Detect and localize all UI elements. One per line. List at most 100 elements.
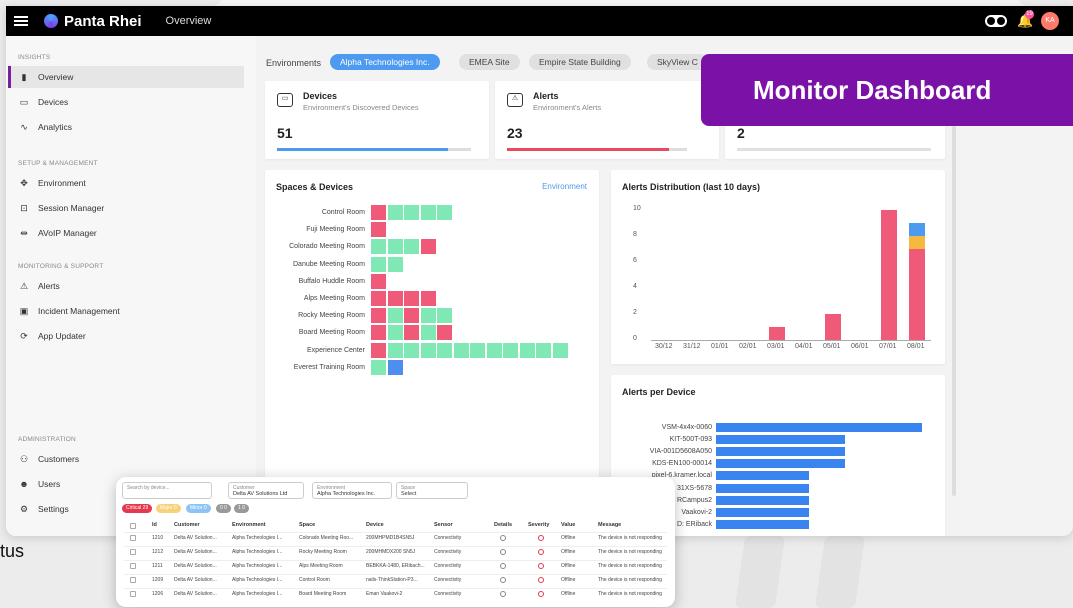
alert-bar-segment[interactable] (908, 236, 926, 249)
device-cell[interactable] (437, 308, 452, 324)
device-cell[interactable] (404, 205, 419, 220)
bell-icon[interactable]: 🔔 19 (1017, 10, 1034, 28)
device-cell[interactable] (404, 291, 419, 306)
device-cell[interactable] (404, 342, 419, 358)
menu-icon[interactable] (14, 16, 28, 26)
select-all-checkbox[interactable] (130, 523, 136, 529)
device-cell[interactable] (503, 342, 518, 358)
device-cell[interactable] (404, 325, 419, 341)
sidebar-item-alerts[interactable]: ⚠ Alerts (8, 275, 244, 297)
device-alert-bar[interactable] (716, 447, 845, 457)
device-cell[interactable] (387, 239, 403, 255)
sidebar-item-devices[interactable]: ▭ Devices (8, 91, 244, 113)
environment-chip[interactable]: Empire State Building (529, 54, 631, 70)
severity-badge[interactable]: Critical 29 (122, 504, 153, 513)
severity-badge[interactable]: Minor 0 (186, 504, 211, 513)
device-cell[interactable] (387, 256, 403, 272)
device-cell[interactable] (420, 342, 436, 358)
device-cell[interactable] (453, 342, 469, 358)
row-checkbox[interactable] (130, 549, 136, 555)
device-alert-bar[interactable] (716, 435, 845, 445)
device-cell[interactable] (404, 308, 419, 324)
severity-badge[interactable]: 1 0 (234, 504, 249, 513)
avatar[interactable]: KA (1041, 12, 1059, 30)
device-cell[interactable] (371, 273, 386, 289)
column-header[interactable]: Space (299, 522, 315, 528)
sidebar-item-analytics[interactable]: ∿ Analytics (8, 116, 244, 138)
device-cell[interactable] (470, 342, 485, 358)
device-cell[interactable] (387, 342, 403, 358)
device-cell[interactable] (371, 291, 386, 306)
details-icon[interactable] (500, 591, 506, 597)
device-cell[interactable] (437, 342, 452, 358)
device-cell[interactable] (420, 308, 436, 324)
sidebar-item-overview[interactable]: ▮ Overview (8, 66, 244, 88)
devices-stat-card[interactable]: ▭ Devices Environment's Discovered Devic… (265, 81, 489, 159)
device-alert-bar[interactable] (716, 459, 845, 469)
alert-bar-segment[interactable] (880, 210, 898, 340)
device-cell[interactable] (420, 325, 436, 341)
sidebar-item-app-updater[interactable]: ⟳ App Updater (8, 325, 244, 347)
sidebar-item-avoip-manager[interactable]: ⇹ AVoIP Manager (8, 222, 244, 244)
column-header[interactable]: Id (152, 522, 157, 528)
alert-bar-segment[interactable] (908, 249, 926, 340)
device-cell[interactable] (371, 205, 386, 220)
severity-badge[interactable]: Major 0 (156, 504, 181, 513)
device-cell[interactable] (371, 325, 386, 341)
row-checkbox[interactable] (130, 563, 136, 569)
column-header[interactable]: Message (598, 522, 621, 528)
row-checkbox[interactable] (130, 591, 136, 597)
device-alert-bar[interactable] (716, 495, 809, 505)
row-checkbox[interactable] (130, 535, 136, 541)
device-cell[interactable] (371, 222, 386, 238)
device-cell[interactable] (371, 359, 386, 375)
device-cell[interactable] (437, 205, 452, 220)
column-header[interactable]: Value (561, 522, 575, 528)
sidebar-item-environment[interactable]: ✥ Environment (8, 172, 244, 194)
device-cell[interactable] (387, 325, 403, 341)
device-cell[interactable] (486, 342, 502, 358)
column-header[interactable]: Device (366, 522, 384, 528)
device-cell[interactable] (519, 342, 535, 358)
device-alert-bar[interactable] (716, 519, 809, 529)
alert-bar-segment[interactable] (768, 327, 786, 340)
customer-select[interactable]: Customer Delta AV Solutions Ltd (228, 482, 304, 499)
device-alert-bar[interactable] (716, 423, 922, 432)
device-cell[interactable] (371, 239, 386, 255)
scrollbar[interactable] (952, 126, 956, 496)
device-cell[interactable] (420, 205, 436, 220)
device-cell[interactable] (437, 325, 452, 341)
space-select[interactable]: Space Select (396, 482, 468, 499)
environment-select[interactable]: Environment Alpha Technologies Inc. (312, 482, 392, 499)
device-alert-bar[interactable] (716, 483, 809, 493)
column-header[interactable]: Sensor (434, 522, 453, 528)
device-cell[interactable] (420, 291, 436, 306)
alert-bar-segment[interactable] (824, 314, 842, 340)
device-cell[interactable] (404, 239, 419, 255)
device-cell[interactable] (420, 239, 436, 255)
theme-toggle-icon[interactable] (985, 15, 1007, 27)
details-icon[interactable] (500, 535, 506, 541)
device-cell[interactable] (536, 342, 551, 358)
device-cell[interactable] (387, 205, 403, 220)
column-header[interactable]: Customer (174, 522, 200, 528)
column-header[interactable]: Environment (232, 522, 266, 528)
severity-badge[interactable]: 0 0 (216, 504, 231, 513)
sidebar-item-customers[interactable]: ⚇ Customers (8, 448, 244, 470)
environment-chip[interactable]: Alpha Technologies Inc. (330, 54, 440, 70)
environment-chip[interactable]: EMEA Site (459, 54, 520, 70)
device-cell[interactable] (371, 342, 386, 358)
device-search-input[interactable]: Search by device... (122, 482, 212, 499)
sidebar-item-session-manager[interactable]: ⊡ Session Manager (8, 197, 244, 219)
details-icon[interactable] (500, 577, 506, 583)
device-cell[interactable] (552, 342, 568, 358)
alerts-stat-card[interactable]: ⚠ Alerts Environment's Alerts 23 (495, 81, 719, 159)
device-alert-bar[interactable] (716, 471, 809, 481)
sidebar-item-incident-management[interactable]: ▣ Incident Management (8, 300, 244, 322)
details-icon[interactable] (500, 563, 506, 569)
device-cell[interactable] (371, 256, 386, 272)
details-icon[interactable] (500, 549, 506, 555)
alert-bar-segment[interactable] (908, 223, 926, 236)
device-cell[interactable] (387, 359, 403, 375)
device-cell[interactable] (371, 308, 386, 324)
